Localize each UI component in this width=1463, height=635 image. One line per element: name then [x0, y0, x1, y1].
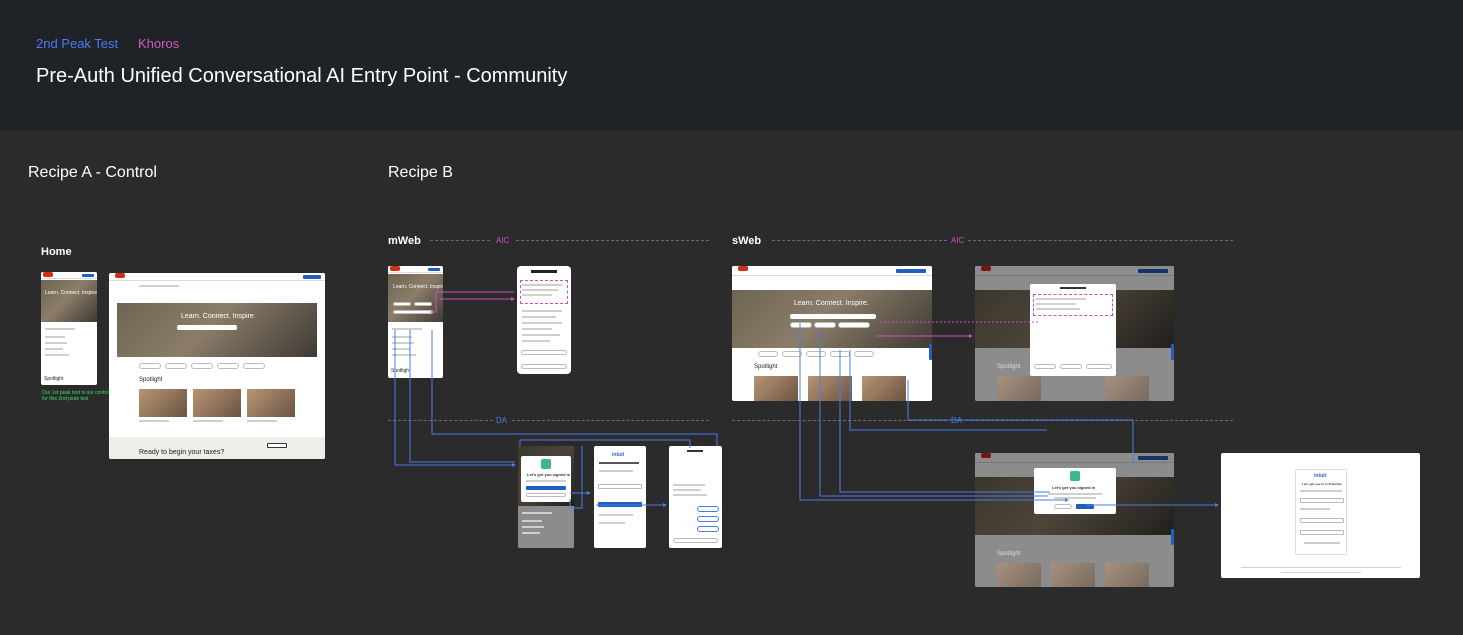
- spotlight-label: Spotlight: [44, 376, 64, 382]
- signin-title: Let's get you signed in: [1052, 485, 1096, 490]
- intuit-logo: intuit: [1314, 473, 1327, 479]
- mweb-label: mWeb: [388, 235, 421, 247]
- sweb-da-signin-modal-screen: Spotlight Let's get you signed in: [975, 453, 1174, 587]
- sweb-divider-left: [772, 240, 947, 241]
- control-desktop-home-screen: Learn. Connect. Inspire. Spotlight Ready…: [109, 273, 325, 459]
- mweb-aic-chat-screen: [517, 266, 571, 374]
- mweb-home-screen: Learn. Connect. Inspire. Spotlight: [388, 266, 443, 378]
- sweb-da-divider-right: [966, 420, 1233, 421]
- mweb-da-chat-screen: [669, 446, 722, 548]
- spotlight-label: Spotlight: [754, 364, 778, 370]
- sweb-label: sWeb: [732, 235, 762, 247]
- ready-text: Ready to begin your taxes?: [139, 449, 225, 456]
- intuit-logo: intuit: [612, 452, 625, 458]
- home-label: Home: [41, 246, 72, 258]
- brand-tag: Khoros: [138, 36, 180, 51]
- mweb-da-divider-left: [388, 420, 493, 421]
- mweb-da-divider-right: [512, 420, 709, 421]
- spotlight-label: Spotlight: [391, 368, 411, 374]
- mweb-da-signin-modal-screen: Let's get you signed in: [518, 446, 574, 548]
- hero-text: Learn. Connect. Inspire.: [45, 290, 97, 296]
- mweb-aic-label: AIC: [496, 236, 510, 245]
- sweb-aic-label: AIC: [951, 236, 965, 245]
- signin-desktop-title: Let's get you in to TurboTax: [1302, 482, 1342, 486]
- recipe-a-title: Recipe A - Control: [28, 164, 157, 181]
- mweb-da-intuit-signin-screen: intuit: [594, 446, 646, 548]
- sweb-da-divider-left: [732, 420, 947, 421]
- sweb-da-label: DA: [951, 416, 963, 425]
- sweb-da-intuit-signin-screen: intuit Let's get you in to TurboTax: [1221, 453, 1420, 578]
- hero-text: Learn. Connect. Inspire.: [794, 300, 869, 307]
- control-note: Our 1st peak test is our control for thi…: [42, 390, 111, 402]
- hero-text: Learn. Connect. Inspire.: [393, 284, 443, 290]
- hero-text: Learn. Connect. Inspire.: [181, 313, 256, 320]
- sweb-home-screen: Learn. Connect. Inspire. Spotlight: [732, 266, 932, 401]
- sweb-divider-right: [968, 240, 1233, 241]
- recipe-b-title: Recipe B: [388, 164, 453, 181]
- page-title: Pre-Auth Unified Conversational AI Entry…: [36, 65, 568, 87]
- mweb-da-label: DA: [496, 416, 508, 425]
- spotlight-label: Spotlight: [997, 551, 1021, 557]
- control-mobile-home-screen: Learn. Connect. Inspire. Spotlight: [41, 272, 97, 385]
- test-tag: 2nd Peak Test: [36, 36, 119, 51]
- sweb-aic-chat-screen: Spotlight: [975, 266, 1174, 401]
- signin-title: Let's get you signed in: [527, 472, 571, 477]
- mweb-divider-right: [516, 240, 709, 241]
- spotlight-label: Spotlight: [997, 364, 1021, 370]
- mweb-divider-left: [430, 240, 490, 241]
- spotlight-label: Spotlight: [139, 377, 163, 383]
- header-bar: 2nd Peak Test Khoros Pre-Auth Unified Co…: [0, 0, 1463, 131]
